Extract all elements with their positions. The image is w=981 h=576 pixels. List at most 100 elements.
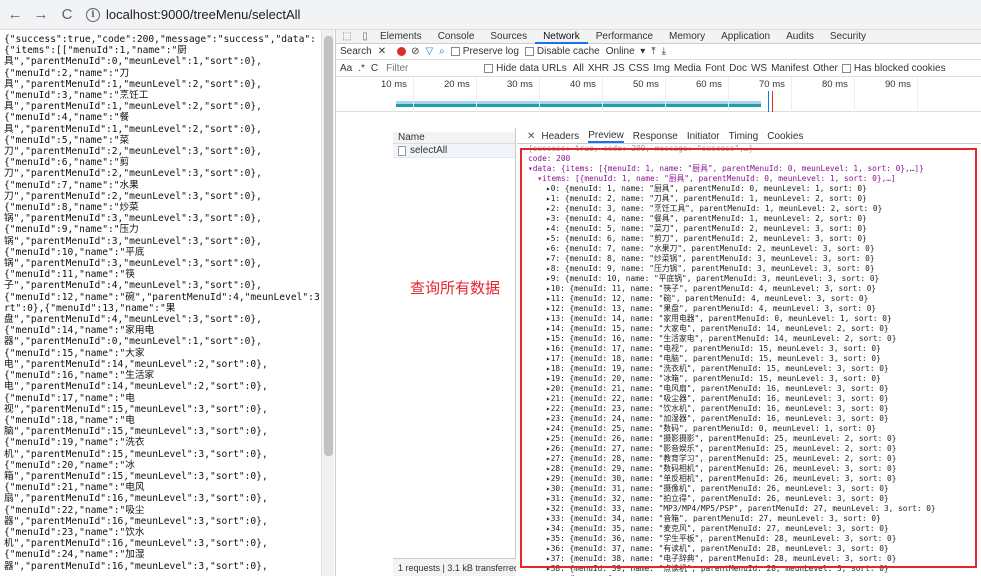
raw-json-line: 具","parentMenuId":1,"meunLevel":2,"sort"… [4, 101, 262, 113]
site-info-icon[interactable]: i [86, 7, 100, 22]
timeline-download-bar [396, 104, 761, 107]
import-har-icon[interactable]: ⤒ [651, 46, 655, 57]
network-toolbar: Search ✕ ⊘ ▽ ⌕ Preserve log Disable cach… [336, 44, 981, 60]
raw-json-line: {"menuId":3,"name":"烹饪工 [4, 90, 149, 102]
devtools-tab-security[interactable]: Security [822, 30, 874, 44]
request-row[interactable]: selectAll [393, 144, 515, 158]
type-filter-img[interactable]: Img [653, 63, 670, 74]
raw-json-line: {"menuId":24,"name":"加湿 [4, 549, 145, 561]
type-filter-media[interactable]: Media [674, 63, 701, 74]
detail-tab-timing[interactable]: Timing [729, 131, 759, 142]
dom-content-loaded-line [768, 91, 769, 112]
search-label[interactable]: Search [340, 46, 372, 57]
type-filter-doc[interactable]: Doc [729, 63, 747, 74]
detail-tab-preview[interactable]: Preview [588, 130, 624, 143]
timeline-gridline [539, 77, 540, 112]
devtools-tab-elements[interactable]: Elements [372, 30, 430, 44]
timeline-tick-label: 10 ms [381, 79, 407, 90]
page-scrollbar[interactable] [321, 30, 334, 576]
preserve-log-label: Preserve log [462, 46, 519, 57]
raw-json-line: 电","parentMenuId":14,"meunLevel":2,"sort… [4, 358, 268, 370]
preserve-log-checkbox[interactable]: Preserve log [450, 46, 519, 57]
export-har-icon[interactable]: ⤓ [662, 46, 666, 57]
devtools-tab-performance[interactable]: Performance [588, 30, 661, 44]
clear-filter-icon[interactable]: C [371, 63, 378, 74]
devtools-tab-console[interactable]: Console [430, 30, 483, 44]
address-bar[interactable]: i localhost:9000/treeMenu/selectAll [86, 4, 300, 26]
raw-json-line: rt":0},{"menuId":13,"name":"果 [4, 302, 176, 314]
blocked-cookies-checkbox[interactable]: Has blocked cookies [841, 63, 946, 74]
detail-tab-headers[interactable]: Headers [541, 131, 579, 142]
raw-json-line: {"menuId":15,"name":"大家 [4, 347, 145, 359]
forward-button[interactable]: → [30, 4, 52, 26]
checkbox-box [841, 63, 851, 73]
raw-json-line: 盘","parentMenuId":4,"meunLevel":3,"sort"… [4, 314, 262, 326]
url-text: localhost:9000/treeMenu/selectAll [106, 7, 301, 22]
type-filter-font[interactable]: Font [705, 63, 725, 74]
annotation-label: 查询所有数据 [410, 279, 501, 297]
type-filter-manifest[interactable]: Manifest [771, 63, 809, 74]
network-status-bar: 1 requests | 3.1 kB transferred [393, 558, 516, 576]
device-toolbar-icon[interactable]: ▯ [358, 31, 372, 43]
hide-data-urls-checkbox[interactable]: Hide data URLs [484, 63, 567, 74]
close-detail-icon[interactable]: ✕ [527, 131, 535, 142]
network-timeline-overview[interactable]: 10 ms 20 ms 30 ms 40 ms 50 ms 60 ms 70 ms 80 ms… [336, 77, 981, 112]
raw-json-line: {"success":true,"code":200,"message":"su… [4, 34, 316, 45]
checkbox-box [524, 47, 534, 56]
raw-json-line: 器","parentMenuId":16,"meunLevel":3,"sort… [4, 560, 268, 572]
match-case-toggle[interactable]: Aa [340, 63, 352, 74]
type-filter-all[interactable]: All [573, 63, 584, 74]
raw-json-line: {"menuId":16,"name":"生活家 [4, 370, 155, 382]
devtools-tab-application[interactable]: Application [713, 30, 778, 44]
raw-json-line: 器","parentMenuId":16,"meunLevel":3,"sort… [4, 515, 268, 527]
type-filter-js[interactable]: JS [613, 63, 625, 74]
regex-toggle[interactable]: .* [358, 63, 365, 74]
detail-tab-initiator[interactable]: Initiator [687, 131, 720, 142]
inspect-element-icon[interactable]: ⬚ [340, 31, 354, 43]
timeline-tick-label: 60 ms [696, 79, 722, 90]
raw-json-line: {"menuId":2,"name":"刀 [4, 67, 130, 79]
close-search-icon[interactable]: ✕ [378, 46, 386, 57]
raw-json-line: 锅","parentMenuId":3,"meunLevel":3,"sort"… [4, 235, 262, 247]
type-filter-ws[interactable]: WS [751, 63, 767, 74]
filter-icon[interactable]: ▽ [425, 46, 433, 57]
timeline-gridline [917, 77, 918, 112]
back-button[interactable]: ← [4, 4, 26, 26]
search-icon[interactable]: ⌕ [439, 46, 445, 57]
timeline-gridline [665, 77, 666, 112]
timeline-tick-label: 70 ms [759, 79, 785, 90]
type-filter-other[interactable]: Other [813, 63, 838, 74]
page-scrollbar-thumb[interactable] [324, 36, 333, 456]
type-filter-xhr[interactable]: XHR [588, 63, 609, 74]
detail-tab-response[interactable]: Response [633, 131, 678, 142]
back-arrow-icon: ← [7, 6, 23, 23]
raw-json-line: {"menuId":7,"name":"水果 [4, 179, 139, 191]
timeline-tick-label: 30 ms [507, 79, 533, 90]
throttle-select[interactable]: Online ▾ [606, 46, 645, 57]
raw-json-line: 视","parentMenuId":15,"meunLevel":3,"sort… [4, 403, 268, 415]
browser-toolbar: ← → C i localhost:9000/treeMenu/selectAl… [0, 0, 981, 30]
reload-button[interactable]: C [56, 4, 78, 26]
hide-data-urls-label: Hide data URLs [496, 62, 567, 74]
devtools-tab-sources[interactable]: Sources [482, 30, 535, 44]
clear-icon[interactable]: ⊘ [411, 46, 419, 57]
devtools-tab-memory[interactable]: Memory [661, 30, 713, 44]
raw-json-line: {"menuId":18,"name":"电 [4, 414, 135, 426]
type-filter-css[interactable]: CSS [629, 63, 650, 74]
load-event-line [772, 91, 773, 112]
devtools-tab-audits[interactable]: Audits [778, 30, 822, 44]
raw-json-line: 机","parentMenuId":16,"meunLevel":3,"sort… [4, 538, 268, 550]
devtools-tab-network[interactable]: Network [535, 30, 588, 44]
raw-json-line: 具","parentMenuId":1,"meunLevel":2,"sort"… [4, 78, 262, 90]
timeline-tick-label: 20 ms [444, 79, 470, 90]
detail-tab-cookies[interactable]: Cookies [767, 131, 803, 142]
timeline-gridline [854, 77, 855, 112]
devtools-tabbar: ⬚ ▯ Elements Console Sources Network Perform… [336, 30, 981, 44]
filter-bar: Aa .* C Hide data URLs All XHR JS CSSImg Med… [336, 60, 981, 77]
name-column-header[interactable]: Name [393, 132, 515, 144]
filter-input[interactable] [384, 61, 485, 75]
record-icon[interactable] [397, 47, 407, 56]
timeline-tick-label: 90 ms [885, 79, 911, 90]
disable-cache-checkbox[interactable]: Disable cache [524, 46, 600, 57]
timeline-gridline [413, 77, 414, 112]
